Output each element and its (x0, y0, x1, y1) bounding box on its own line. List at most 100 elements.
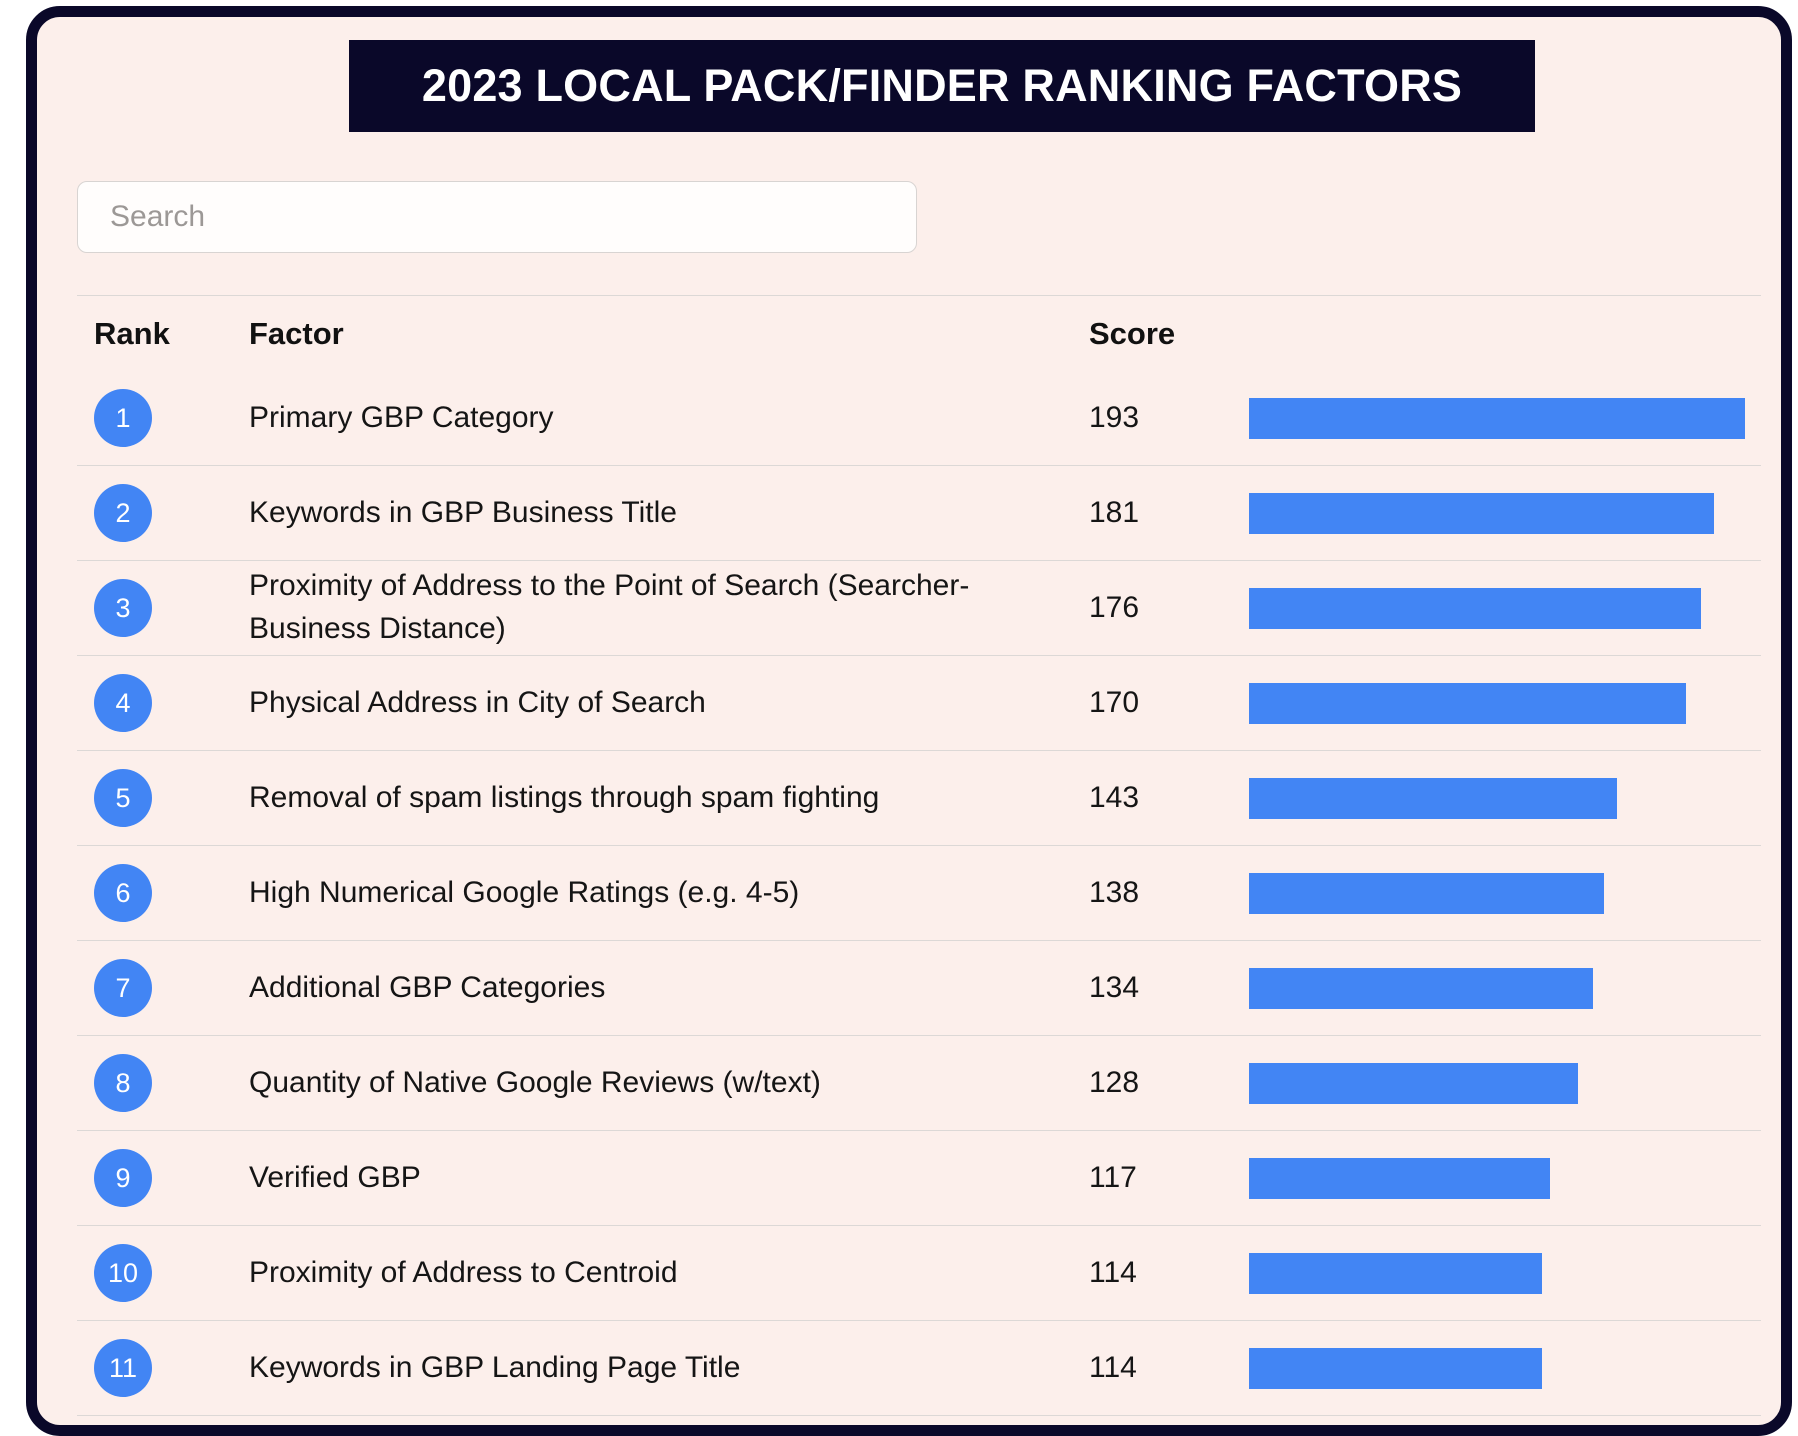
rank-badge: 3 (94, 579, 152, 637)
table-row[interactable]: 5 Removal of spam listings through spam f… (77, 751, 1761, 846)
score-bar-fill (1249, 587, 1702, 629)
rank-cell: 10 (77, 1244, 249, 1302)
score-bar-track (1249, 492, 1745, 534)
factor-cell: Additional GBP Categories (249, 967, 1089, 1010)
score-cell: 138 (1089, 876, 1249, 910)
factor-label: Quantity of Native Google Reviews (w/tex… (249, 1065, 821, 1099)
factor-cell: Physical Address in City of Search (249, 682, 1089, 725)
score-bar-track (1249, 682, 1745, 724)
score-value: 181 (1089, 496, 1140, 529)
ranking-factors-card: 2023 LOCAL PACK/FINDER RANKING FACTORS R… (26, 6, 1792, 1436)
factor-cell: Proximity of Address to the Point of Sea… (249, 565, 1089, 650)
score-bar-cell (1249, 397, 1761, 439)
rank-cell: 5 (77, 769, 249, 827)
score-bar-cell (1249, 1157, 1761, 1199)
factor-cell: Proximity of Address to Centroid (249, 1252, 1089, 1295)
score-bar-track (1249, 397, 1745, 439)
score-bar-fill (1249, 1062, 1578, 1104)
factor-label: Primary GBP Category (249, 400, 554, 434)
rank-badge: 2 (94, 484, 152, 542)
score-cell: 181 (1089, 496, 1249, 530)
factor-cell: Keywords in GBP Landing Page Title (249, 1347, 1089, 1390)
factor-label: Verified GBP (249, 1160, 421, 1194)
score-value: 128 (1089, 1066, 1140, 1099)
table-row[interactable]: 9 Verified GBP 117 (77, 1131, 1761, 1226)
rank-badge: 5 (94, 769, 152, 827)
score-cell: 114 (1089, 1351, 1249, 1385)
score-cell: 176 (1089, 591, 1249, 625)
score-bar-cell (1249, 1347, 1761, 1389)
table-header-row: Rank Factor Score (77, 296, 1761, 371)
table-body: 1 Primary GBP Category 193 2 Keywords in GBP… (77, 371, 1761, 1416)
score-value: 143 (1089, 781, 1140, 814)
rank-badge: 9 (94, 1149, 152, 1207)
ranking-table: Rank Factor Score 1 Primary GBP Category 1… (77, 295, 1761, 1416)
score-bar-track (1249, 1062, 1745, 1104)
factor-label: Keywords in GBP Landing Page Title (249, 1350, 741, 1384)
table-row[interactable]: 3 Proximity of Address to the Point of Se… (77, 561, 1761, 656)
factor-label: Additional GBP Categories (249, 970, 606, 1004)
factor-cell: Quantity of Native Google Reviews (w/tex… (249, 1062, 1089, 1105)
score-bar-cell (1249, 1252, 1761, 1294)
factor-label: Removal of spam listings through spam fi… (249, 780, 880, 814)
score-cell: 117 (1089, 1161, 1249, 1195)
rank-cell: 6 (77, 864, 249, 922)
table-row[interactable]: 4 Physical Address in City of Search 170 (77, 656, 1761, 751)
rank-badge: 7 (94, 959, 152, 1017)
score-bar-track (1249, 1347, 1745, 1389)
score-bar-cell (1249, 967, 1761, 1009)
factor-cell: Keywords in GBP Business Title (249, 492, 1089, 535)
rank-cell: 9 (77, 1149, 249, 1207)
score-value: 117 (1089, 1161, 1137, 1194)
score-bar-track (1249, 1157, 1745, 1199)
column-header-factor: Factor (249, 315, 344, 351)
score-value: 193 (1089, 401, 1140, 434)
score-bar-track (1249, 1252, 1745, 1294)
rank-badge: 11 (94, 1339, 152, 1397)
score-bar-fill (1249, 967, 1594, 1009)
score-cell: 134 (1089, 971, 1249, 1005)
score-cell: 114 (1089, 1256, 1249, 1290)
score-bar-fill (1249, 1157, 1550, 1199)
score-bar-track (1249, 872, 1745, 914)
table-row[interactable]: 6 High Numerical Google Ratings (e.g. 4-5… (77, 846, 1761, 941)
score-bar-track (1249, 587, 1745, 629)
factor-cell: Verified GBP (249, 1157, 1089, 1200)
search-input[interactable] (77, 181, 917, 253)
score-value: 114 (1089, 1256, 1137, 1289)
column-header-score: Score (1089, 315, 1176, 351)
table-row[interactable]: 8 Quantity of Native Google Reviews (w/te… (77, 1036, 1761, 1131)
score-bar-fill (1249, 777, 1617, 819)
factor-label: High Numerical Google Ratings (e.g. 4-5) (249, 875, 800, 909)
rank-cell: 11 (77, 1339, 249, 1397)
score-bar-fill (1249, 1252, 1542, 1294)
factor-label: Keywords in GBP Business Title (249, 495, 677, 529)
score-bar-fill (1249, 682, 1686, 724)
page-title: 2023 LOCAL PACK/FINDER RANKING FACTORS (421, 60, 1463, 111)
table-row[interactable]: 2 Keywords in GBP Business Title 181 (77, 466, 1761, 561)
factor-label: Proximity of Address to the Point of Sea… (249, 569, 970, 645)
table-row[interactable]: 7 Additional GBP Categories 134 (77, 941, 1761, 1036)
table-row[interactable]: 1 Primary GBP Category 193 (77, 371, 1761, 466)
score-bar-cell (1249, 587, 1761, 629)
score-bar-cell (1249, 682, 1761, 724)
rank-cell: 4 (77, 674, 249, 732)
score-value: 170 (1089, 686, 1140, 719)
score-bar-cell (1249, 492, 1761, 534)
rank-badge: 8 (94, 1054, 152, 1112)
rank-badge: 10 (94, 1244, 152, 1302)
score-bar-fill (1249, 872, 1604, 914)
factor-label: Physical Address in City of Search (249, 685, 706, 719)
score-value: 138 (1089, 876, 1140, 909)
score-bar-fill (1249, 492, 1715, 534)
score-value: 176 (1089, 591, 1140, 624)
score-bar-track (1249, 777, 1745, 819)
table-row[interactable]: 10 Proximity of Address to Centroid 114 (77, 1226, 1761, 1321)
score-cell: 193 (1089, 401, 1249, 435)
rank-cell: 8 (77, 1054, 249, 1112)
score-bar-cell (1249, 777, 1761, 819)
score-bar-fill (1249, 397, 1745, 439)
score-bar-cell (1249, 1062, 1761, 1104)
rank-cell: 7 (77, 959, 249, 1017)
rank-badge: 6 (94, 864, 152, 922)
